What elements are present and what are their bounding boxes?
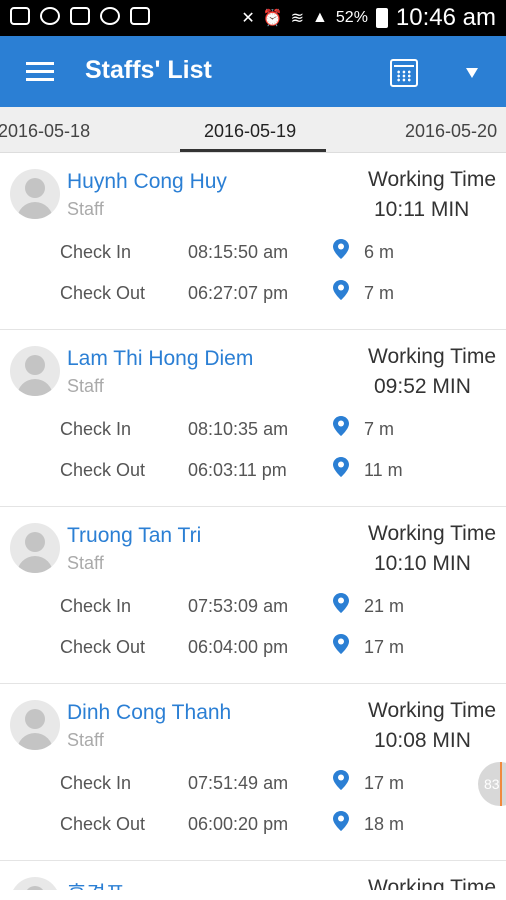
system-status: ✕ ⏰ ≋ ▲ 52% 10:46 am (241, 4, 496, 32)
message-icon (10, 7, 30, 25)
download-icon (130, 7, 150, 25)
location-pin-icon[interactable] (333, 811, 349, 831)
check-in-label: Check In (60, 242, 132, 262)
staff-card[interactable]: 홍경표 Working Time (0, 861, 506, 890)
alarm-icon: ⏰ (262, 10, 283, 27)
check-out-label: Check Out (60, 460, 146, 480)
check-out-distance: 11 m (364, 460, 403, 480)
working-time-value: 09:52 MIN (374, 375, 471, 398)
staff-role: Staff (67, 199, 104, 219)
staff-name[interactable]: Truong Tan Tri (67, 524, 201, 548)
tab-indicator (180, 149, 326, 152)
working-time-label: Working Time (368, 699, 496, 722)
check-out-time: 06:27:07 pm (188, 283, 289, 303)
staff-role: Staff (67, 730, 104, 750)
working-time-value: 10:10 MIN (374, 552, 471, 575)
check-in-distance: 6 m (364, 242, 395, 262)
avatar (10, 169, 60, 219)
clock: 10:46 am (395, 4, 496, 31)
staff-card[interactable]: Dinh Cong Thanh Staff Working Time 10:08… (0, 684, 506, 861)
avatar (10, 877, 60, 890)
location-pin-icon[interactable] (333, 239, 349, 259)
avatar (10, 346, 60, 396)
check-out-label: Check Out (60, 814, 146, 834)
working-time-value: 10:08 MIN (374, 729, 471, 752)
location-pin-icon[interactable] (333, 593, 349, 613)
circle-icon (40, 7, 60, 25)
working-time-label: Working Time (368, 168, 496, 191)
tab-prev-date[interactable]: 2016-05-18 (0, 121, 90, 142)
staff-name[interactable]: Huynh Cong Huy (67, 170, 227, 194)
signal-icon: ▲ (312, 9, 328, 26)
working-time-label: Working Time (368, 345, 496, 368)
location-pin-icon[interactable] (333, 770, 349, 790)
notification-icons (10, 7, 150, 25)
check-in-time: 07:51:49 am (188, 773, 289, 793)
check-in-time: 07:53:09 am (188, 596, 289, 616)
check-in-time: 08:15:50 am (188, 242, 289, 262)
staff-name[interactable]: Dinh Cong Thanh (67, 701, 231, 725)
chat-icon (100, 7, 120, 25)
staff-card[interactable]: Huynh Cong Huy Staff Working Time 10:11 … (0, 153, 506, 330)
date-tabs: 2016-05-18 2016-05-19 2016-05-20 (0, 107, 506, 153)
check-out-label: Check Out (60, 637, 146, 657)
staff-role: Staff (67, 376, 104, 396)
image-icon (70, 7, 90, 25)
tab-next-date[interactable]: 2016-05-20 (405, 121, 497, 142)
avatar (10, 700, 60, 750)
check-in-distance: 21 m (364, 596, 405, 616)
check-in-distance: 7 m (364, 419, 395, 439)
staff-name[interactable]: 홍경표 (67, 878, 125, 890)
location-pin-icon[interactable] (333, 634, 349, 654)
dropdown-arrow-icon[interactable] (466, 68, 478, 78)
location-pin-icon[interactable] (333, 457, 349, 477)
check-out-distance: 7 m (364, 283, 395, 303)
staff-name[interactable]: Lam Thi Hong Diem (67, 347, 253, 371)
check-out-time: 06:03:11 pm (188, 460, 287, 480)
check-in-distance: 17 m (364, 773, 405, 793)
wifi-icon: ≋ (290, 10, 305, 27)
tab-selected-date[interactable]: 2016-05-19 (204, 121, 296, 142)
mute-icon: ✕ (241, 10, 255, 27)
avatar (10, 523, 60, 573)
staff-card[interactable]: Truong Tan Tri Staff Working Time 10:10 … (0, 507, 506, 684)
check-in-time: 08:10:35 am (188, 419, 289, 439)
page-title: Staffs' List (85, 56, 212, 84)
check-in-label: Check In (60, 596, 132, 616)
check-out-label: Check Out (60, 283, 146, 303)
status-bar: ✕ ⏰ ≋ ▲ 52% 10:46 am (0, 0, 506, 36)
battery-icon (375, 8, 388, 28)
working-time-label: Working Time (368, 876, 496, 890)
working-time-value: 10:11 MIN (374, 198, 470, 221)
location-pin-icon[interactable] (333, 280, 349, 300)
check-out-distance: 18 m (364, 814, 405, 834)
check-in-label: Check In (60, 419, 132, 439)
battery-percent: 52% (335, 9, 368, 26)
staff-list[interactable]: Huynh Cong Huy Staff Working Time 10:11 … (0, 153, 506, 890)
hamburger-menu-icon[interactable] (26, 62, 54, 82)
calendar-icon[interactable] (390, 59, 418, 87)
check-in-label: Check In (60, 773, 132, 793)
check-out-distance: 17 m (364, 637, 405, 657)
staff-card[interactable]: Lam Thi Hong Diem Staff Working Time 09:… (0, 330, 506, 507)
check-out-time: 06:00:20 pm (188, 814, 289, 834)
app-bar: Staffs' List (0, 36, 506, 107)
check-out-time: 06:04:00 pm (188, 637, 289, 657)
working-time-label: Working Time (368, 522, 496, 545)
staff-role: Staff (67, 553, 104, 573)
location-pin-icon[interactable] (333, 416, 349, 436)
